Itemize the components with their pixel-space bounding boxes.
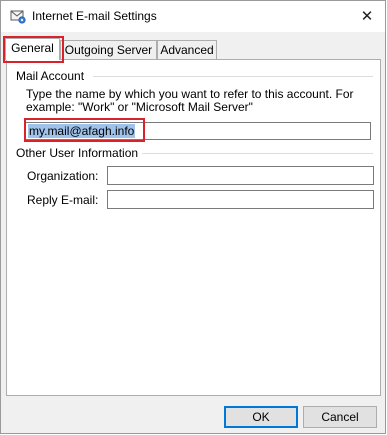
ok-button[interactable]: OK: [224, 406, 298, 428]
close-icon: ✕: [360, 8, 374, 25]
other-info-divider: [137, 153, 373, 154]
title-bar: Internet E-mail Settings ✕: [1, 1, 385, 32]
account-name-value: my.mail@afagh.info: [28, 124, 136, 138]
reply-email-label: Reply E-mail:: [27, 193, 99, 207]
tab-outgoing-server[interactable]: Outgoing Server: [60, 40, 157, 59]
window-title: Internet E-mail Settings: [32, 9, 157, 23]
tab-general-label: General: [11, 41, 54, 55]
mail-account-group-label: Mail Account: [16, 69, 89, 83]
organization-label: Organization:: [27, 169, 99, 183]
close-button[interactable]: ✕: [355, 5, 379, 27]
general-tab-panel: Mail Account Type the name by which you …: [6, 59, 381, 396]
tab-advanced-label: Advanced: [160, 43, 214, 57]
internet-email-settings-dialog: Internet E-mail Settings ✕ General Outgo…: [0, 0, 386, 434]
tab-general[interactable]: General: [5, 38, 60, 60]
organization-input[interactable]: [107, 166, 374, 185]
reply-email-input[interactable]: [107, 190, 374, 209]
cancel-button[interactable]: Cancel: [303, 406, 377, 428]
tab-advanced[interactable]: Advanced: [157, 40, 217, 59]
email-settings-icon: [10, 10, 26, 24]
account-name-input[interactable]: my.mail@afagh.info: [24, 122, 371, 140]
account-name-description: Type the name by which you want to refer…: [26, 87, 354, 114]
tab-outgoing-server-label: Outgoing Server: [64, 43, 153, 57]
other-info-group-label: Other User Information: [16, 146, 143, 160]
mail-account-divider: [93, 76, 373, 77]
